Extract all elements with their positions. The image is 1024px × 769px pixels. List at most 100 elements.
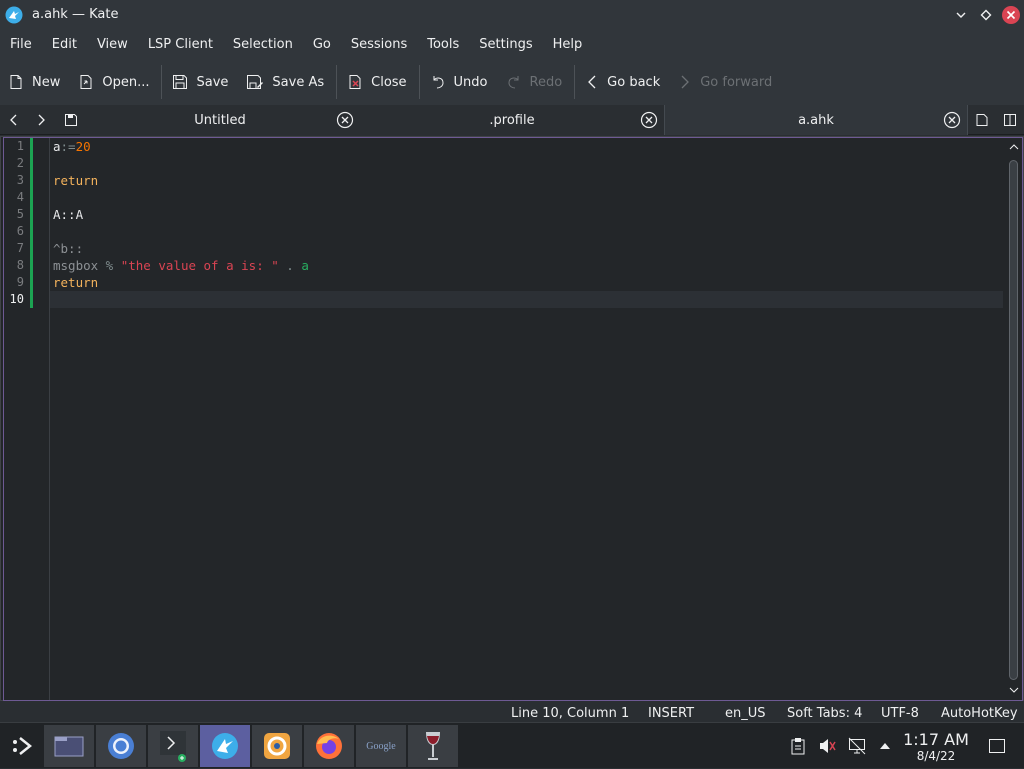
scroll-down-icon[interactable] — [1009, 686, 1019, 694]
close-window-button[interactable] — [999, 3, 1023, 27]
document-icon — [976, 114, 988, 126]
clock[interactable]: 1:17 AM 8/4/22 — [903, 730, 969, 764]
network-icon[interactable] — [848, 737, 866, 755]
scrollbar-thumb[interactable] — [1009, 160, 1018, 680]
line-number: 8 — [16, 258, 24, 272]
code-token: % — [98, 258, 121, 273]
launcher-icon[interactable] — [2, 725, 42, 767]
minimize-button[interactable] — [949, 3, 973, 27]
menu-lsp-client[interactable]: LSP Client — [138, 37, 223, 52]
clipboard-icon[interactable] — [790, 737, 806, 755]
maximize-button[interactable] — [974, 3, 998, 27]
tab-a-ahk[interactable]: a.ahk — [664, 105, 968, 135]
split-view-button[interactable] — [997, 105, 1023, 135]
tab-label: .profile — [489, 112, 535, 128]
main-toolbar: New Open... Save Save As Close Undo Redo — [0, 59, 1024, 105]
close-document-icon — [349, 75, 361, 89]
blender-icon[interactable] — [252, 725, 302, 767]
menu-view[interactable]: View — [87, 37, 138, 52]
indentation-setting[interactable]: Soft Tabs: 4 — [787, 706, 862, 721]
line-number: 2 — [16, 156, 24, 170]
scroll-up-icon[interactable] — [1009, 143, 1019, 151]
code-editor[interactable]: 1 2 3 4 5 6 7 8 9 10 a:=20 return A::A ^b:: msgbox % … — [0, 136, 1024, 701]
toolbar-separator — [418, 65, 420, 99]
cursor-position[interactable]: Line 10, Column 1 — [511, 706, 629, 721]
code-token: msgbox — [53, 258, 99, 273]
google-icon[interactable]: Google — [356, 725, 406, 767]
close-tab-icon[interactable] — [943, 111, 961, 129]
go-back-button[interactable]: Go back — [577, 65, 670, 99]
code-text-area[interactable]: a:=20 return A::A ^b:: msgbox % "the value o… — [53, 138, 1003, 699]
line-number: 1 — [16, 139, 24, 153]
redo-button[interactable]: Redo — [498, 65, 573, 99]
code-line[interactable]: ^b:: — [53, 240, 83, 257]
menu-help[interactable]: Help — [543, 37, 593, 52]
line-number: 5 — [16, 207, 24, 221]
undo-icon — [433, 76, 444, 89]
new-document-icon — [10, 75, 22, 89]
save-button[interactable]: Save — [164, 65, 238, 99]
line-number: 7 — [16, 241, 24, 255]
toolbar-separator — [161, 65, 163, 99]
close-tab-icon[interactable] — [336, 111, 354, 129]
menu-edit[interactable]: Edit — [42, 37, 87, 52]
wine-icon[interactable] — [408, 725, 458, 767]
open-button[interactable]: Open... — [70, 65, 159, 99]
toolbar-separator — [574, 65, 576, 99]
menu-selection[interactable]: Selection — [223, 37, 303, 52]
code-token: := — [60, 139, 76, 154]
menu-go[interactable]: Go — [303, 37, 341, 52]
file-manager-icon[interactable] — [44, 725, 94, 767]
undo-button[interactable]: Undo — [422, 65, 498, 99]
open-document-icon — [80, 75, 92, 89]
save-icon — [65, 114, 77, 126]
chevron-left-icon — [588, 75, 596, 89]
close-document-button[interactable]: Close — [339, 65, 416, 99]
code-line[interactable]: return — [53, 172, 98, 189]
kate-window: a.ahk — Kate File Edit View LSP Client S… — [0, 0, 1024, 728]
clock-time: 1:17 AM — [903, 730, 969, 749]
terminal-icon[interactable] — [148, 725, 198, 767]
line-number: 10 — [9, 292, 24, 306]
chevron-right-icon — [681, 75, 690, 89]
line-number: 3 — [16, 173, 24, 187]
title-bar: a.ahk — Kate — [0, 0, 1024, 29]
kate-icon[interactable] — [200, 725, 250, 767]
code-line[interactable]: A::A — [53, 206, 83, 223]
vertical-scrollbar[interactable] — [1006, 138, 1020, 699]
tray-expand-icon[interactable] — [878, 739, 892, 753]
split-view-icon — [1004, 114, 1016, 126]
code-line[interactable]: return — [53, 274, 98, 291]
menu-bar: File Edit View LSP Client Selection Go S… — [0, 29, 1024, 59]
redo-icon — [508, 76, 519, 89]
menu-file[interactable]: File — [0, 37, 42, 52]
volume-muted-icon[interactable] — [818, 737, 836, 755]
dictionary-language[interactable]: en_US — [725, 706, 766, 721]
tab-profile[interactable]: .profile — [360, 105, 664, 135]
code-token: "the value of a is: " — [120, 258, 279, 273]
code-token: return — [53, 173, 99, 188]
kate-app-icon — [5, 6, 23, 23]
menu-settings[interactable]: Settings — [469, 37, 542, 52]
menu-tools[interactable]: Tools — [417, 37, 469, 52]
code-line[interactable]: a:=20 — [53, 138, 91, 155]
input-mode[interactable]: INSERT — [648, 706, 694, 721]
show-desktop-icon[interactable] — [988, 738, 1006, 754]
menu-sessions[interactable]: Sessions — [341, 37, 417, 52]
syntax-mode[interactable]: AutoHotKey — [941, 706, 1018, 721]
file-encoding[interactable]: UTF-8 — [881, 706, 919, 721]
tab-untitled[interactable]: Untitled — [80, 105, 360, 135]
save-as-icon — [247, 75, 264, 89]
new-button[interactable]: New — [0, 65, 70, 99]
save-as-button[interactable]: Save As — [238, 65, 334, 99]
firefox-icon[interactable] — [304, 725, 354, 767]
go-forward-button[interactable]: Go forward — [670, 65, 782, 99]
tab-prev-button[interactable] — [1, 105, 27, 135]
code-token: return — [53, 275, 99, 290]
new-tab-button[interactable] — [969, 105, 995, 135]
line-number: 6 — [16, 224, 24, 238]
code-line[interactable]: msgbox % "the value of a is: " . a — [53, 257, 309, 274]
chromium-icon[interactable] — [96, 725, 146, 767]
close-tab-icon[interactable] — [640, 111, 658, 129]
tab-next-button[interactable] — [28, 105, 54, 135]
